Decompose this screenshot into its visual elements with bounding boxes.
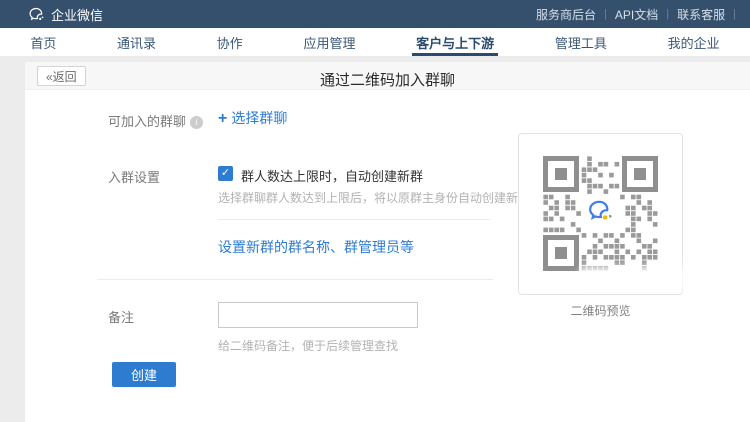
qr-finder-bottom-left	[543, 235, 579, 271]
divider	[218, 219, 490, 220]
screen: 企业微信 服务商后台 | API文档 | 联系客服 | 首页 通讯录 协作 应用…	[0, 0, 750, 422]
remark-hint: 给二维码备注，便于后续管理查找	[218, 337, 398, 354]
tab-my-company[interactable]: 我的企业	[662, 28, 726, 56]
select-group-link[interactable]: +选择群聊	[218, 108, 287, 128]
wechat-work-bubble-icon	[28, 6, 45, 23]
qr-finder-top-left	[543, 156, 579, 192]
new-group-config-link[interactable]: 设置新群的群名称、群管理员等	[218, 237, 414, 257]
qr-preview-caption: 二维码预览	[518, 302, 683, 319]
info-icon[interactable]: i	[190, 116, 203, 129]
topbar-links: 服务商后台 | API文档 | 联系客服 |	[528, 6, 736, 23]
remark-label: 备注	[108, 307, 134, 326]
check-icon: ✓	[221, 167, 230, 179]
topbar: 企业微信 服务商后台 | API文档 | 联系客服 |	[0, 0, 750, 28]
content-panel: «返回 通过二维码加入群聊 可加入的群聊i +选择群聊 入群设置 ✓ 群人数达上…	[25, 62, 750, 422]
separator: |	[733, 8, 736, 20]
create-button[interactable]: 创建	[112, 362, 176, 387]
topbar-link-provider[interactable]: 服务商后台	[528, 6, 604, 23]
auto-create-group-checkbox-label[interactable]: 群人数达上限时，自动创建新群	[241, 166, 423, 185]
qr-code	[543, 156, 658, 271]
tab-home[interactable]: 首页	[24, 28, 62, 56]
remark-input[interactable]	[218, 302, 418, 328]
page-title: 通过二维码加入群聊	[25, 69, 750, 90]
joinable-group-label: 可加入的群聊i	[108, 111, 203, 130]
tab-contacts[interactable]: 通讯录	[111, 28, 162, 56]
wechat-work-logo-icon	[585, 196, 616, 227]
topbar-link-support[interactable]: 联系客服	[669, 6, 733, 23]
join-settings-label: 入群设置	[108, 167, 160, 186]
brand-label: 企业微信	[51, 5, 103, 24]
tab-management-tools[interactable]: 管理工具	[549, 28, 613, 56]
auto-create-group-checkbox[interactable]: ✓	[218, 166, 233, 181]
nav-tabs: 首页 通讯录 协作 应用管理 客户与上下游 管理工具 我的企业	[0, 28, 750, 56]
qr-blur-overlay	[580, 266, 686, 290]
join-settings-hint: 选择群聊群人数达到上限后，将以原群主身份自动创建新群	[218, 189, 530, 206]
divider	[97, 279, 493, 280]
qr-preview-card	[518, 133, 683, 295]
brand[interactable]: 企业微信	[28, 5, 103, 24]
tab-app-management[interactable]: 应用管理	[297, 28, 361, 56]
tab-collaboration[interactable]: 协作	[211, 28, 249, 56]
plus-icon: +	[218, 110, 227, 127]
tab-customers-upstream-downstream[interactable]: 客户与上下游	[410, 28, 500, 56]
topbar-link-api-docs[interactable]: API文档	[607, 6, 666, 23]
qr-finder-top-right	[622, 156, 658, 192]
